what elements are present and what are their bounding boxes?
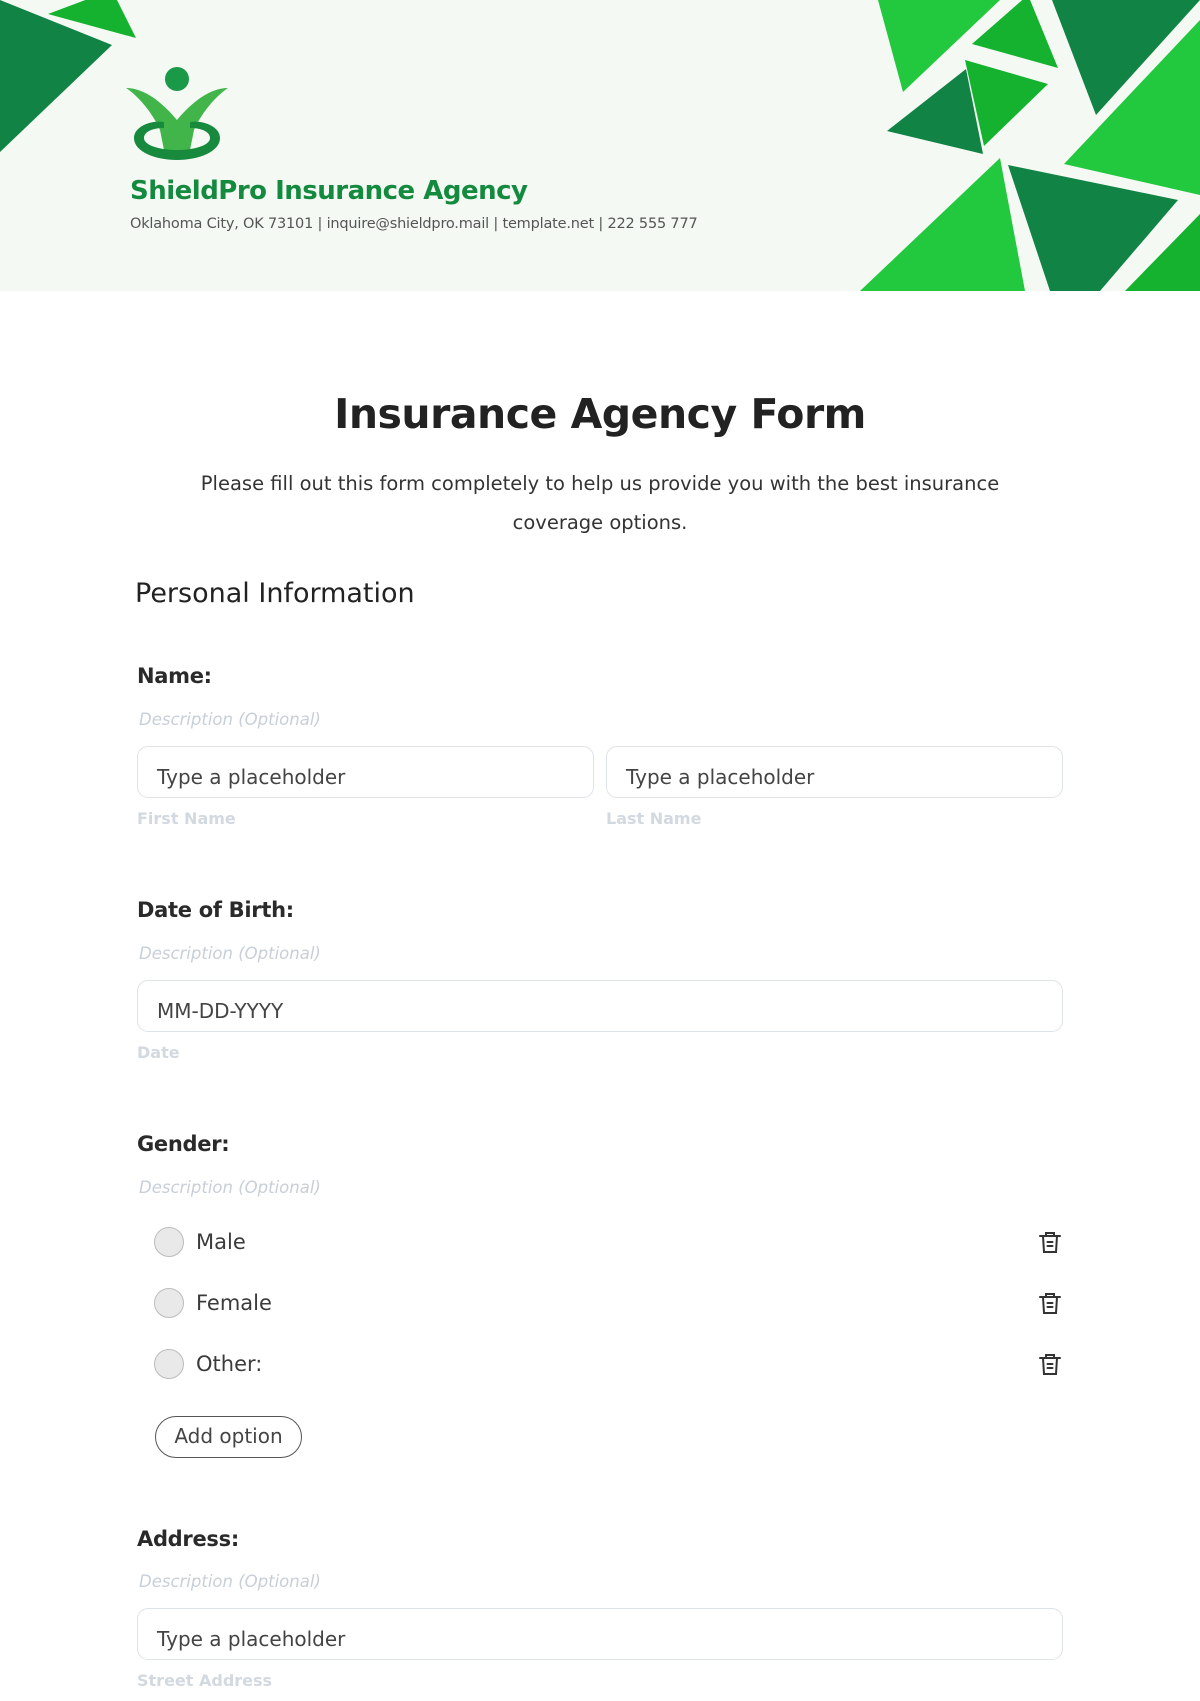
dob-label: Date of Birth: [137,898,294,922]
gender-label: Gender: [137,1132,230,1156]
option-label: Male [196,1230,246,1254]
option-label: Other: [196,1352,263,1376]
radio-button[interactable] [154,1349,184,1379]
gender-option-male[interactable]: Male [154,1225,1064,1259]
last-name-sublabel: Last Name [606,809,702,828]
name-label: Name: [137,664,212,688]
trash-icon[interactable] [1036,1289,1064,1317]
option-label: Female [196,1291,272,1315]
section-title-personal-information: Personal Information [135,578,415,609]
first-name-sublabel: First Name [137,809,236,828]
dob-description[interactable]: Description (Optional) [139,944,321,963]
dob-sublabel: Date [137,1043,180,1062]
street-address-input[interactable]: Type a placeholder [137,1608,1063,1660]
company-name: ShieldPro Insurance Agency [130,176,528,206]
triangle-shape [860,158,1025,291]
address-description[interactable]: Description (Optional) [139,1572,321,1591]
last-name-input[interactable]: Type a placeholder [606,746,1063,798]
name-description[interactable]: Description (Optional) [139,710,321,729]
gender-option-female[interactable]: Female [154,1286,1064,1320]
header-banner: ShieldPro Insurance Agency Oklahoma City… [0,0,1200,291]
form-title: Insurance Agency Form [334,390,866,438]
trash-icon[interactable] [1036,1350,1064,1378]
dob-input[interactable]: MM-DD-YYYY [137,980,1063,1032]
first-name-input[interactable]: Type a placeholder [137,746,594,798]
gender-description[interactable]: Description (Optional) [139,1178,321,1197]
form-subtitle: Please fill out this form completely to … [200,472,1000,534]
add-option-button[interactable]: Add option [155,1416,302,1458]
radio-button[interactable] [154,1288,184,1318]
trash-icon[interactable] [1036,1228,1064,1256]
street-address-sublabel: Street Address [137,1671,273,1690]
gender-option-other[interactable]: Other: [154,1347,1064,1381]
company-logo [126,67,228,160]
contact-info: Oklahoma City, OK 73101 | inquire@shield… [130,216,698,232]
radio-button[interactable] [154,1227,184,1257]
address-label: Address: [137,1527,239,1551]
